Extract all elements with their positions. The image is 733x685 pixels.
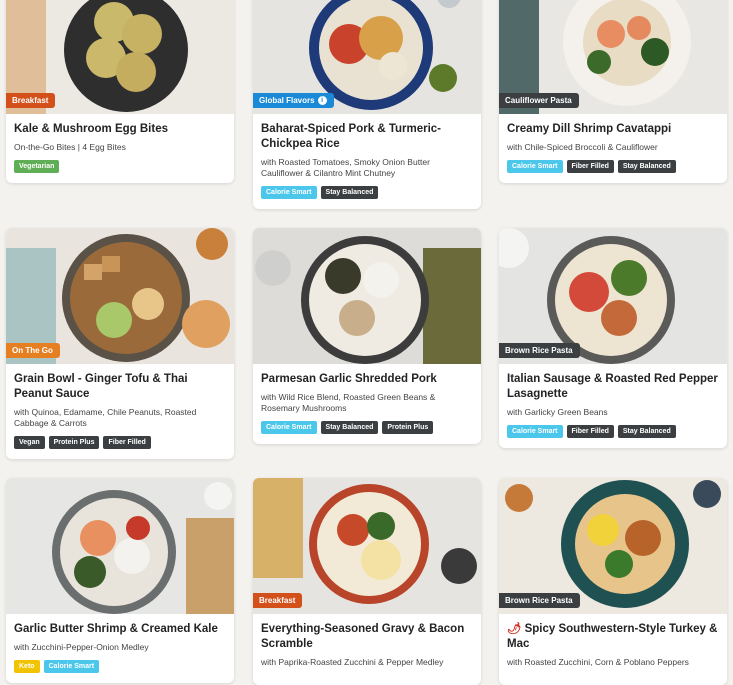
badge-stay-balanced: Stay Balanced	[320, 421, 379, 434]
badge-list: Calorie Smart Fiber Filled Stay Balanced	[507, 160, 719, 173]
meal-title[interactable]: Creamy Dill Shrimp Cavatappi	[507, 122, 719, 137]
category-tag: Global Flavors i	[253, 92, 334, 108]
meal-title[interactable]: Grain Bowl - Ginger Tofu & Thai Peanut S…	[14, 372, 226, 402]
meal-card[interactable]: On The Go Grain Bowl - Ginger Tofu & Tha…	[6, 228, 234, 459]
badge-stay-balanced: Stay Balanced	[617, 425, 676, 438]
meal-subtitle: with Wild Rice Blend, Roasted Green Bean…	[261, 392, 436, 413]
badge-calorie-smart: Calorie Smart	[507, 425, 563, 438]
meal-photo: Cauliflower Pasta	[499, 0, 727, 114]
badge-vegetarian: Vegetarian	[14, 160, 60, 173]
meal-subtitle: with Chile-Spiced Broccoli & Cauliflower	[507, 142, 658, 152]
meal-subtitle: with Quinoa, Edamame, Chile Peanuts, Roa…	[14, 407, 197, 428]
meal-card[interactable]: Parmesan Garlic Shredded Pork with Wild …	[253, 228, 481, 444]
category-tag: Breakfast	[253, 593, 303, 608]
badge-fiber-filled: Fiber Filled	[566, 160, 614, 173]
info-icon[interactable]: i	[317, 96, 327, 105]
meal-card[interactable]: Cauliflower Pasta Creamy Dill Shrimp Cav…	[499, 0, 727, 183]
meal-photo	[6, 478, 234, 614]
badge-calorie-smart: Calorie Smart	[507, 160, 563, 173]
meal-photo: Brown Rice Pasta	[499, 228, 727, 364]
category-tag: Brown Rice Pasta	[499, 593, 580, 608]
meal-photo: Breakfast	[6, 0, 234, 114]
meal-title[interactable]: Garlic Butter Shrimp & Creamed Kale	[14, 622, 226, 637]
meal-subtitle: with Garlicky Green Beans	[507, 407, 608, 417]
category-tag: Brown Rice Pasta	[499, 343, 580, 358]
badge-fiber-filled: Fiber Filled	[566, 425, 614, 438]
meal-title[interactable]: Baharat-Spiced Pork & Turmeric-Chickpea …	[261, 122, 473, 152]
badge-list: Calorie Smart Fiber Filled Stay Balanced	[507, 425, 719, 438]
meal-subtitle: with Paprika-Roasted Zucchini & Pepper M…	[261, 657, 444, 667]
meal-card[interactable]: Global Flavors i Baharat-Spiced Pork & Tu…	[253, 0, 481, 209]
meal-card[interactable]: Breakfast Everything-Seasoned Gravy & Ba…	[253, 478, 481, 685]
badge-protein-plus: Protein Plus	[48, 436, 100, 449]
meal-card[interactable]: Garlic Butter Shrimp & Creamed Kale with…	[6, 478, 234, 683]
category-tag-label: Global Flavors	[259, 95, 315, 105]
meal-photo: On The Go	[6, 228, 234, 364]
meal-subtitle: with Zucchini-Pepper-Onion Medley	[14, 642, 149, 652]
badge-list: Vegetarian	[14, 160, 226, 173]
chili-pepper-icon: 🌶	[507, 623, 522, 635]
meal-title[interactable]: Italian Sausage & Roasted Red Pepper Las…	[507, 372, 719, 402]
badge-list: Keto Calorie Smart	[14, 660, 226, 673]
badge-stay-balanced: Stay Balanced	[320, 186, 379, 199]
meal-photo: Breakfast	[253, 478, 481, 614]
badge-calorie-smart: Calorie Smart	[261, 186, 317, 199]
badge-list: Calorie Smart Stay Balanced Protein Plus	[261, 421, 473, 434]
badge-keto: Keto	[14, 660, 40, 673]
meal-title-text: Spicy Southwestern-Style Turkey & Mac	[507, 623, 718, 650]
meal-title[interactable]: 🌶 Spicy Southwestern-Style Turkey & Mac	[507, 622, 719, 652]
badge-stay-balanced: Stay Balanced	[617, 160, 676, 173]
meal-card[interactable]: Breakfast Kale & Mushroom Egg Bites On-t…	[6, 0, 234, 183]
meal-photo	[253, 228, 481, 364]
meal-card[interactable]: Brown Rice Pasta 🌶 Spicy Southwestern-Sty…	[499, 478, 727, 685]
meal-subtitle: On-the-Go Bites | 4 Egg Bites	[14, 142, 126, 152]
meal-title[interactable]: Kale & Mushroom Egg Bites	[14, 122, 226, 137]
meal-photo-image	[6, 478, 234, 614]
category-tag: Cauliflower Pasta	[499, 93, 579, 108]
category-tag: Breakfast	[6, 93, 56, 108]
badge-fiber-filled: Fiber Filled	[103, 436, 151, 449]
meal-card[interactable]: Brown Rice Pasta Italian Sausage & Roast…	[499, 228, 727, 448]
badge-protein-plus: Protein Plus	[382, 421, 434, 434]
category-tag: On The Go	[6, 343, 60, 358]
meal-title[interactable]: Parmesan Garlic Shredded Pork	[261, 372, 473, 387]
badge-list: Calorie Smart Stay Balanced	[261, 186, 473, 199]
meal-subtitle: with Roasted Zucchini, Corn & Poblano Pe…	[507, 657, 689, 667]
badge-calorie-smart: Calorie Smart	[43, 660, 100, 673]
badge-vegan: Vegan	[14, 436, 45, 449]
meal-title[interactable]: Everything-Seasoned Gravy & Bacon Scramb…	[261, 622, 473, 652]
meal-subtitle: with Roasted Tomatoes, Smoky Onion Butte…	[261, 157, 430, 178]
badge-calorie-smart: Calorie Smart	[261, 421, 317, 434]
meal-photo: Global Flavors i	[253, 0, 481, 114]
badge-list: Vegan Protein Plus Fiber Filled	[14, 436, 226, 449]
meal-photo-image	[253, 228, 481, 364]
meal-photo: Brown Rice Pasta	[499, 478, 727, 614]
